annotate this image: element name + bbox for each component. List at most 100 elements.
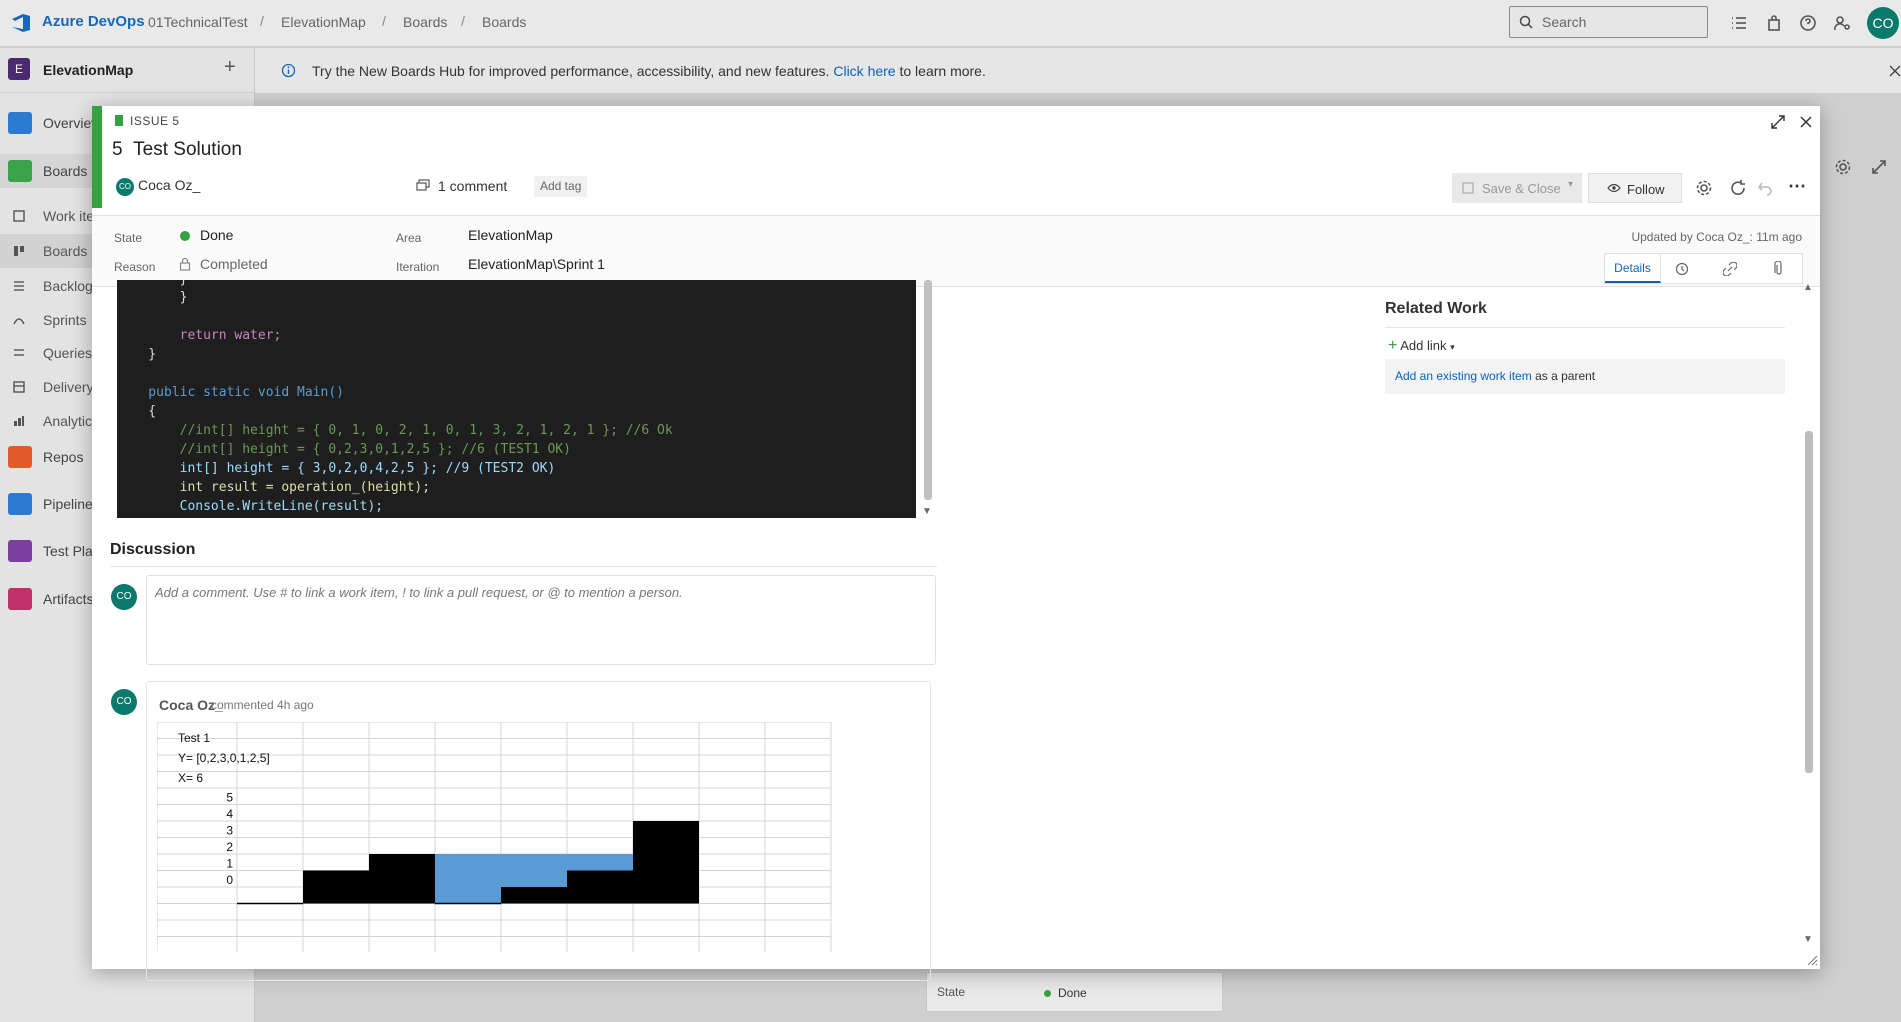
task-list-icon[interactable] xyxy=(1730,14,1748,32)
sidebar-item-artifacts[interactable]: Artifacts xyxy=(0,582,100,616)
y-axis-label: 0 xyxy=(226,873,233,887)
banner-text: Try the New Boards Hub for improved perf… xyxy=(312,63,986,79)
resize-handle-icon[interactable] xyxy=(1806,954,1818,966)
y-axis-label: 5 xyxy=(226,791,233,805)
search-input[interactable]: Search xyxy=(1509,6,1708,38)
sheet-line-3: X= 6 xyxy=(178,771,203,785)
code-line: //int[] height = { 0, 1, 0, 2, 1, 0, 1, … xyxy=(117,423,673,438)
breadcrumb-separator: / xyxy=(260,13,264,29)
maximize-icon[interactable] xyxy=(1770,114,1786,130)
comment-input[interactable]: Add a comment. Use # to link a work item… xyxy=(146,575,936,665)
search-icon xyxy=(1519,15,1533,29)
work-item-id: 5 xyxy=(112,139,123,160)
elevation-bar xyxy=(633,821,699,904)
info-banner: Try the New Boards Hub for improved perf… xyxy=(255,48,1901,94)
tab-bar: Details xyxy=(1604,253,1803,284)
help-icon[interactable] xyxy=(1799,14,1817,32)
lock-icon xyxy=(179,257,191,271)
water-fill xyxy=(567,854,633,871)
sidebar-item-boards-sub[interactable]: Boards xyxy=(0,234,100,268)
project-badge[interactable]: E xyxy=(8,58,30,80)
updated-info[interactable]: Updated by Coca Oz_: 11m ago xyxy=(1631,230,1802,244)
reason-label: Reason xyxy=(114,260,156,274)
add-existing-work-item-link[interactable]: Add an existing work item xyxy=(1395,369,1532,383)
breadcrumb-boards[interactable]: Boards xyxy=(403,14,447,30)
state-field[interactable]: Done xyxy=(200,227,233,243)
add-icon[interactable]: + xyxy=(224,56,236,79)
breadcrumb-project[interactable]: ElevationMap xyxy=(281,14,366,30)
brand-link[interactable]: Azure DevOps xyxy=(42,13,145,30)
sidebar-item-backlogs[interactable]: Backlogs xyxy=(0,269,100,303)
sidebar-item-analytics-views[interactable]: Analytics views xyxy=(0,404,100,438)
sidebar-item-sprints[interactable]: Sprints xyxy=(0,303,100,337)
link-icon[interactable] xyxy=(1723,262,1737,276)
scroll-up-icon[interactable]: ▲ xyxy=(1803,282,1813,293)
sprint-icon xyxy=(13,318,25,325)
close-banner-icon[interactable] xyxy=(1889,65,1901,77)
sheet-line-1: Test 1 xyxy=(178,731,210,745)
scroll-down-icon[interactable]: ▼ xyxy=(1803,934,1813,945)
area-field[interactable]: ElevationMap xyxy=(468,227,553,243)
shopping-bag-icon[interactable] xyxy=(1765,14,1783,32)
water-fill xyxy=(435,854,501,904)
sidebar-item-overview[interactable]: Overview xyxy=(0,106,100,140)
queries-icon xyxy=(14,349,24,356)
add-tag-button[interactable]: Add tag xyxy=(534,176,588,197)
scroll-down-icon[interactable]: ▼ xyxy=(922,506,932,517)
description-code-block[interactable]: } } return water; } public static void M… xyxy=(117,280,916,518)
sidebar-item-delivery-plans[interactable]: Delivery Plans xyxy=(0,370,100,404)
close-icon[interactable] xyxy=(1798,114,1814,130)
comment-count: 1 comment xyxy=(438,178,508,194)
iteration-field[interactable]: ElevationMap\Sprint 1 xyxy=(468,256,605,272)
add-link-button[interactable]: + Add link ▾ xyxy=(1388,337,1455,355)
azure-devops-logo-icon[interactable] xyxy=(10,12,32,34)
board-card[interactable]: State Done xyxy=(926,972,1223,1012)
project-name[interactable]: ElevationMap xyxy=(43,62,133,78)
chevron-down-icon[interactable]: ▾ xyxy=(1568,179,1573,190)
fields-header: State Done Reason Completed Area Elevati… xyxy=(92,215,1820,287)
sidebar-item-boards[interactable]: Boards xyxy=(0,154,100,188)
gear-icon[interactable] xyxy=(1695,179,1713,197)
settings-icon[interactable] xyxy=(1834,158,1852,176)
top-bar: Azure DevOps 01TechnicalTest / Elevation… xyxy=(0,0,1901,47)
comment-image-elevation-map: 5 4 3 2 1 0 Test 1 Y= [0,2,3,0,1,2,5] X= 6 xyxy=(157,722,832,952)
info-icon xyxy=(281,63,296,78)
breadcrumb-org[interactable]: 01TechnicalTest xyxy=(148,14,248,30)
board-card-state-label: State xyxy=(937,985,966,999)
state-label: State xyxy=(114,231,143,245)
dialog-scrollbar[interactable] xyxy=(1805,431,1813,773)
sidebar-item-pipelines[interactable]: Pipelines xyxy=(0,487,100,521)
code-scrollbar[interactable] xyxy=(924,280,932,500)
history-icon[interactable] xyxy=(1675,262,1689,276)
work-item-type-accent xyxy=(92,106,102,208)
tab-details[interactable]: Details xyxy=(1605,254,1661,283)
related-work-heading: Related Work xyxy=(1385,300,1487,317)
refresh-icon[interactable] xyxy=(1729,179,1747,197)
issue-icon xyxy=(115,115,123,126)
banner-link[interactable]: Click here xyxy=(833,63,895,79)
analytics-icon xyxy=(14,416,24,426)
breadcrumb-boards-page[interactable]: Boards xyxy=(482,14,526,30)
discussion-divider xyxy=(110,566,937,567)
avatar[interactable]: CO xyxy=(1867,7,1899,39)
board-columns-icon xyxy=(14,246,24,256)
sidebar-item-test-plans[interactable]: Test Plans xyxy=(0,534,100,568)
y-axis-label: 1 xyxy=(226,857,233,871)
repos-icon xyxy=(8,446,32,468)
assignee-avatar: CO xyxy=(116,178,134,196)
work-item-title[interactable]: 5 Test Solution xyxy=(112,139,242,161)
follow-button[interactable]: Follow xyxy=(1588,173,1682,203)
search-placeholder: Search xyxy=(1542,14,1587,30)
area-label: Area xyxy=(396,231,422,245)
expand-icon[interactable] xyxy=(1870,158,1888,176)
state-dot-icon xyxy=(180,231,190,241)
attachment-icon[interactable] xyxy=(1773,261,1785,277)
sidebar-item-work-items[interactable]: Work items xyxy=(0,199,100,233)
user-settings-icon[interactable] xyxy=(1833,14,1851,32)
elevation-bar xyxy=(501,887,567,904)
save-close-button[interactable]: Save & Close ▾ xyxy=(1452,173,1582,203)
undo-icon[interactable] xyxy=(1756,179,1774,197)
sidebar-item-repos[interactable]: Repos xyxy=(0,440,100,474)
more-actions-icon[interactable]: ⋯ xyxy=(1788,176,1806,197)
sidebar-item-queries[interactable]: Queries xyxy=(0,336,100,370)
